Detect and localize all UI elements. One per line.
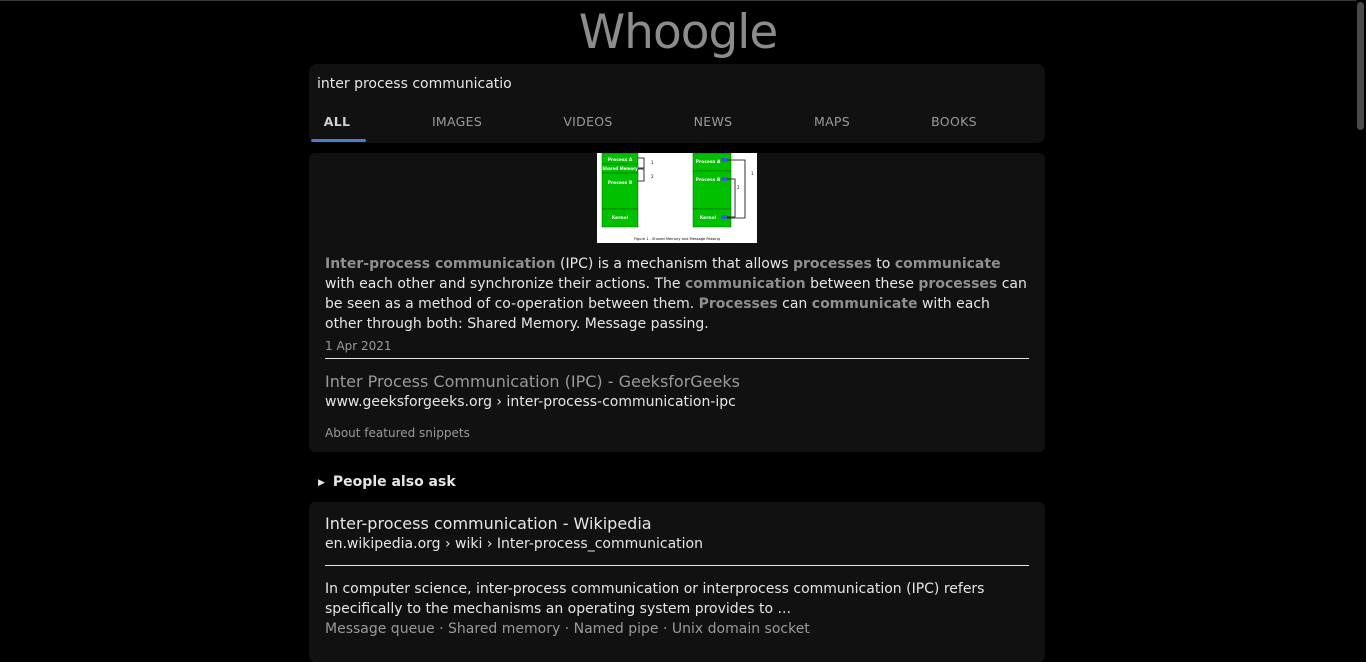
diagram-block [601,172,639,210]
diagram-label: Process A [696,159,721,165]
featured-snippet-text: Inter-process communication (IPC) is a m… [325,254,1031,334]
snippet-text: between these [805,276,919,292]
snippet-text: can [777,296,812,312]
featured-result-url[interactable]: www.geeksforgeeks.org › inter-process-co… [325,393,736,411]
snippet-text: with each other and synchronize their ac… [325,276,685,292]
active-tab-indicator [311,139,366,142]
snippet-highlight: Processes [698,296,778,312]
sitelink[interactable]: Message queue [325,621,435,637]
top-border [0,0,1366,1]
divider [325,358,1029,359]
people-also-ask-label: People also ask [332,474,456,490]
ipc-diagram-image[interactable]: Process A Shared Memory Process B Kernel… [597,153,757,243]
tab-images[interactable]: IMAGES [427,108,487,141]
diagram-label: Kernel [700,215,717,221]
tab-all[interactable]: ALL [317,108,357,141]
tab-news[interactable]: NEWS [690,108,736,141]
search-panel: ALL IMAGES VIDEOS NEWS MAPS BOOKS [309,64,1045,143]
separator: · [434,621,449,637]
diagram-label: Process B [696,177,721,183]
snippet-highlight: communicate [894,256,1001,272]
diagram-label: Process B [608,180,633,186]
diagram-block [721,177,727,181]
snippet-text: to [871,256,895,272]
diagram-label: Shared Memory [602,166,638,171]
wikipedia-result-card: Inter-process communication - Wikipedia … [309,502,1045,662]
snippet-highlight: Inter-process communication [325,256,556,272]
snippet-date: 1 Apr 2021 [325,339,392,353]
whoogle-logo[interactable]: Whoogle [578,4,779,62]
snippet-highlight: processes [918,276,998,292]
tab-videos[interactable]: VIDEOS [558,108,618,141]
diagram-block [721,215,727,219]
about-featured-snippets-link[interactable]: About featured snippets [325,426,470,440]
sitelink[interactable]: Named pipe [574,621,659,637]
search-tabs: ALL IMAGES VIDEOS NEWS MAPS BOOKS [309,108,1045,143]
snippet-highlight: communication [684,276,806,292]
wiki-result-url[interactable]: en.wikipedia.org › wiki › Inter-process_… [325,535,703,553]
page-scrollbar[interactable] [1356,0,1366,646]
snippet-text: (IPC) is a mechanism that allows [555,256,793,272]
people-also-ask-toggle[interactable]: ▶ People also ask [318,472,456,492]
wiki-snippet-text: In computer science, inter-process commu… [325,581,985,617]
featured-result-title[interactable]: Inter Process Communication (IPC) - Geek… [325,372,740,392]
featured-snippet-card: Process A Shared Memory Process B Kernel… [309,153,1045,452]
divider [325,565,1029,566]
separator: · [658,621,672,637]
wiki-result-title[interactable]: Inter-process communication - Wikipedia [325,514,652,534]
triangle-right-icon: ▶ [318,478,325,488]
tab-maps[interactable]: MAPS [812,108,852,141]
diagram-block [721,158,727,162]
search-input[interactable] [317,72,1017,96]
diagram-block [692,170,732,210]
wiki-sitelinks: Message queue · Shared memory · Named pi… [325,619,810,639]
diagram-caption: Figure 1 - Shared Memory and Message Pas… [634,237,720,241]
sitelink[interactable]: Unix domain socket [672,621,810,637]
diagram-label: Kernel [612,215,629,221]
snippet-highlight: communicate [811,296,918,312]
sitelink[interactable]: Shared memory [448,621,560,637]
separator: · [560,621,574,637]
scrollbar-thumb[interactable] [1357,2,1364,130]
diagram-label: Process A [608,157,633,163]
snippet-highlight: processes [793,256,872,272]
tab-books[interactable]: BOOKS [929,108,979,141]
